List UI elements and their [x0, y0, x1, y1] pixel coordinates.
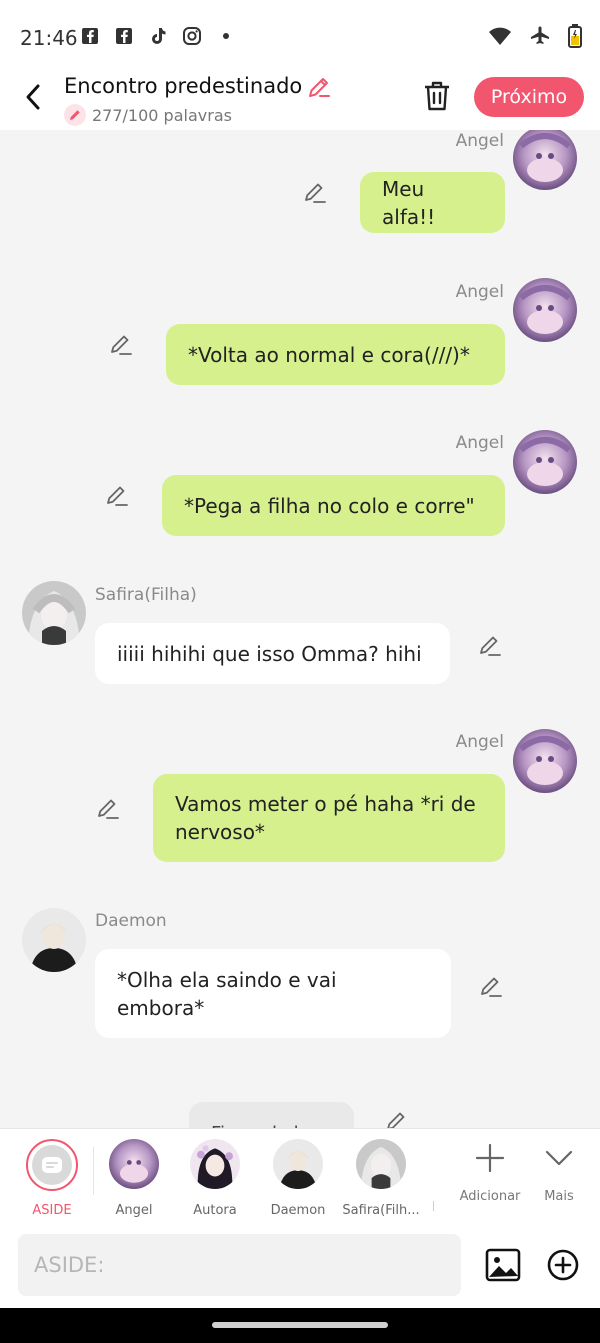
edit-message-icon[interactable] [478, 973, 504, 999]
avatar-safira [356, 1139, 406, 1189]
character-label: ASIDE [32, 1203, 72, 1218]
more-button[interactable]: Mais [524, 1141, 594, 1204]
divider [433, 1201, 434, 1211]
edit-message-icon[interactable] [477, 632, 503, 658]
message-author: Safira(Filha) [95, 585, 197, 605]
add-label: Adicionar [459, 1189, 521, 1204]
add-circle-icon[interactable] [546, 1248, 580, 1282]
avatar-angel[interactable] [513, 430, 577, 494]
system-nav-bar [0, 1308, 600, 1343]
message-author: Angel [455, 282, 504, 302]
edit-title-icon[interactable] [306, 74, 332, 100]
message-bubble[interactable]: Meu alfa!! [360, 172, 505, 233]
aside-icon [32, 1145, 72, 1185]
wifi-icon [488, 26, 512, 50]
chat-area[interactable]: Angel Meu alfa!! Angel *Volta ao normal … [0, 130, 600, 1128]
character-autora[interactable]: Autora [174, 1139, 256, 1218]
message-author: Angel [455, 131, 504, 151]
facebook-icon [80, 26, 100, 46]
character-label: Angel [115, 1203, 153, 1218]
character-aside[interactable]: ASIDE [11, 1139, 93, 1218]
character-label: Safira(Filh... [342, 1203, 420, 1218]
tiktok-icon [148, 26, 168, 46]
trash-icon[interactable] [422, 80, 452, 112]
next-button[interactable]: Próximo [474, 77, 584, 117]
battery-icon [568, 24, 582, 52]
input-bar [0, 1224, 600, 1308]
dot-icon [216, 26, 236, 46]
facebook-icon [114, 26, 134, 46]
character-bar: ASIDE Angel Autora Daemon Safira(Filh...… [0, 1128, 600, 1224]
add-character-button[interactable]: Adicionar [455, 1141, 525, 1204]
pencil-icon [64, 104, 86, 126]
avatar-angel [109, 1139, 159, 1189]
message-bubble[interactable]: *Olha ela saindo e vai embora* [95, 949, 451, 1038]
message-bubble[interactable]: *Pega a filha no colo e corre" [162, 475, 505, 536]
edit-message-icon[interactable] [384, 1108, 410, 1128]
avatar-angel[interactable] [513, 278, 577, 342]
avatar-autora [190, 1139, 240, 1189]
chevron-left-icon [26, 84, 40, 110]
status-time: 21:46 [20, 26, 78, 50]
edit-message-icon[interactable] [104, 482, 130, 508]
message-input[interactable] [18, 1234, 461, 1296]
character-safira[interactable]: Safira(Filh... [338, 1139, 424, 1218]
story-title[interactable]: Encontro predestinado [64, 74, 302, 98]
character-label: Autora [193, 1203, 237, 1218]
airplane-icon [530, 26, 550, 50]
message-author: Angel [455, 732, 504, 752]
plus-icon [473, 1141, 507, 1175]
message-bubble[interactable]: Vamos meter o pé haha *ri de nervoso* [153, 774, 505, 862]
word-count: 277/100 palavras [64, 104, 232, 126]
edit-message-icon[interactable] [108, 331, 134, 357]
word-count-text: 277/100 palavras [92, 105, 232, 125]
chevron-down-icon [542, 1141, 576, 1175]
avatar-safira[interactable] [22, 581, 86, 645]
app-header: Encontro predestinado 277/100 palavras P… [0, 72, 600, 130]
edit-message-icon[interactable] [95, 795, 121, 821]
back-button[interactable] [18, 80, 48, 114]
avatar-angel[interactable] [513, 729, 577, 793]
edit-message-icon[interactable] [302, 179, 328, 205]
image-icon[interactable] [484, 1246, 522, 1284]
status-bar: 21:46 [0, 0, 600, 72]
message-author: Angel [455, 433, 504, 453]
instagram-icon [182, 26, 202, 46]
message-author: Daemon [95, 911, 167, 931]
narration-bubble[interactable]: Fim... do l... [189, 1102, 354, 1128]
avatar-angel[interactable] [513, 130, 577, 190]
home-gesture-handle[interactable] [212, 1322, 388, 1328]
avatar-daemon [273, 1139, 323, 1189]
message-bubble[interactable]: iiiii hihihi que isso Omma? hihi [95, 623, 450, 684]
character-daemon[interactable]: Daemon [257, 1139, 339, 1218]
message-bubble[interactable]: *Volta ao normal e cora(///)* [166, 324, 505, 385]
avatar-daemon[interactable] [22, 908, 86, 972]
more-label: Mais [544, 1189, 574, 1204]
character-angel[interactable]: Angel [93, 1139, 175, 1218]
character-label: Daemon [270, 1203, 326, 1218]
